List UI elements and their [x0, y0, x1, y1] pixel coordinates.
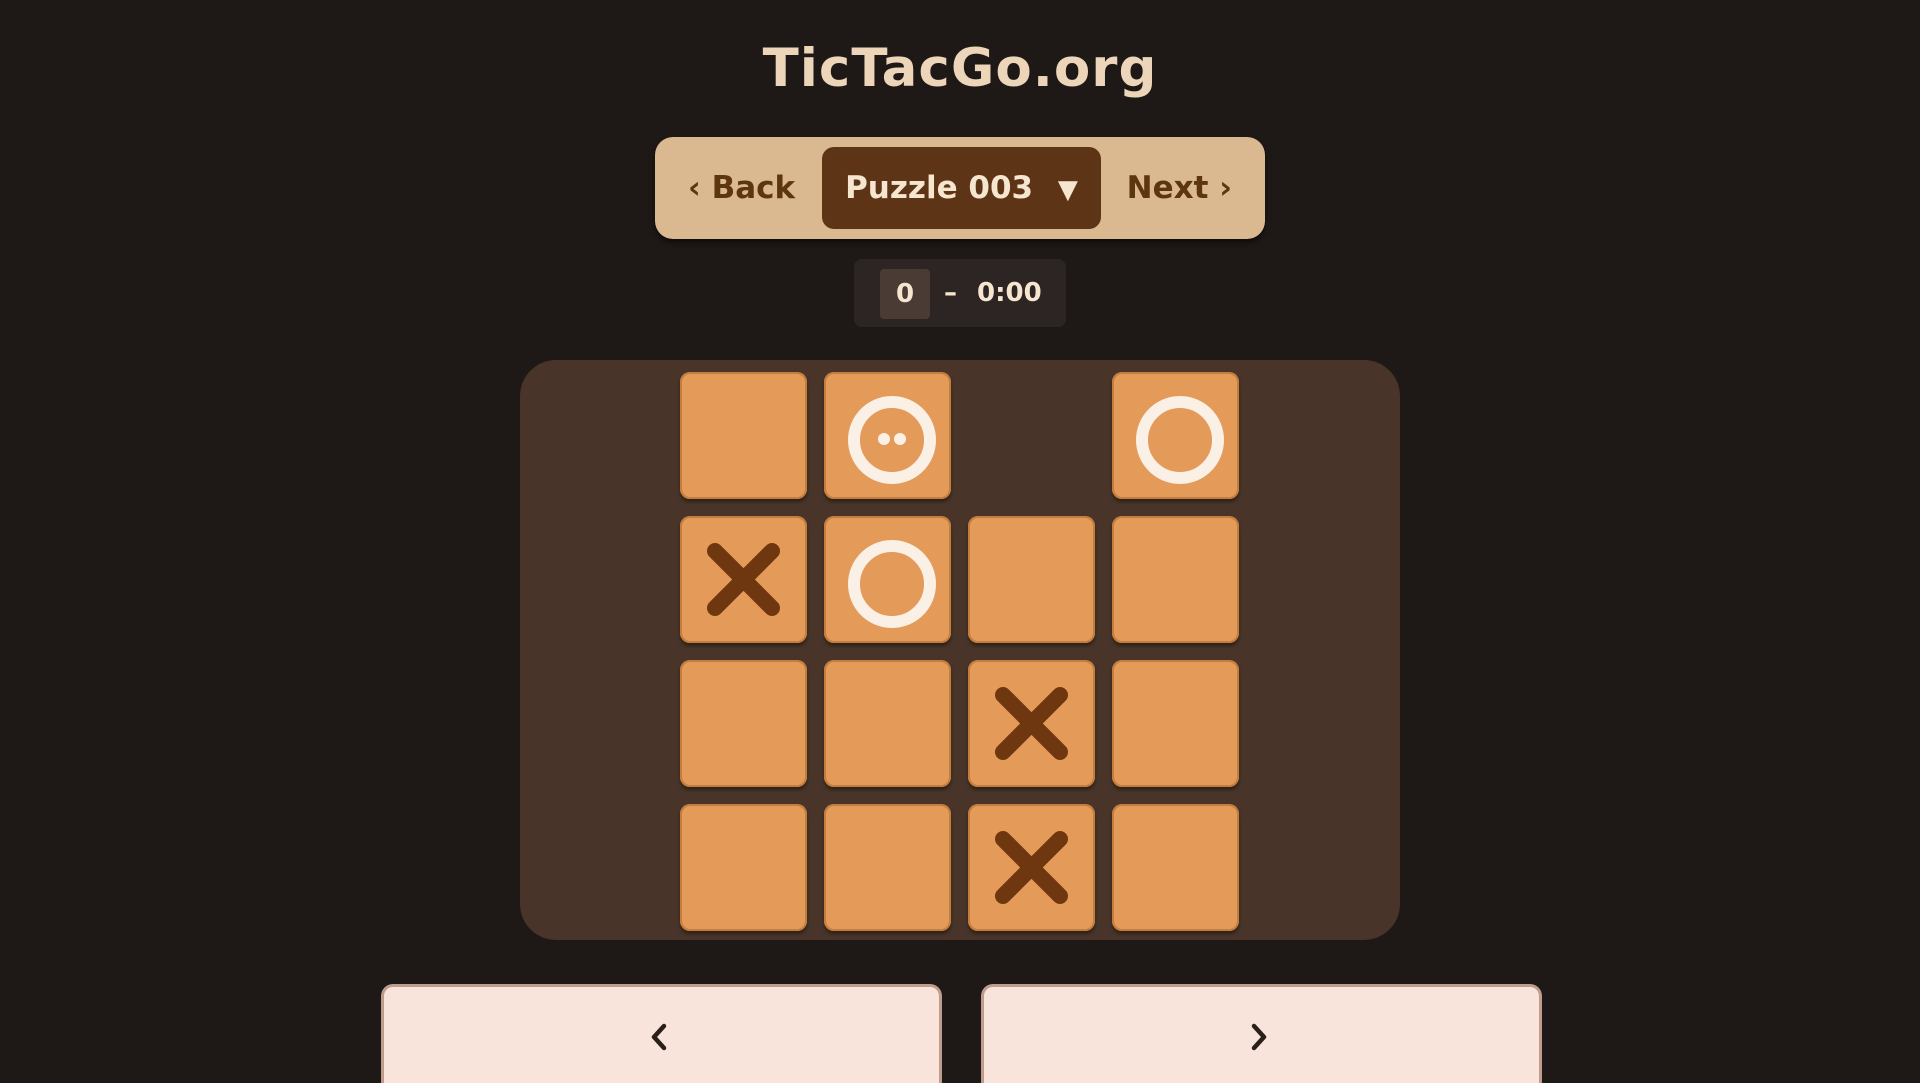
- timer: 0:00: [977, 278, 1042, 308]
- board-cell[interactable]: [680, 516, 807, 643]
- board-cell[interactable]: [824, 804, 951, 931]
- x-mark-icon: [995, 831, 1068, 904]
- back-button[interactable]: ‹ Back: [688, 137, 795, 239]
- status-separator: –: [944, 278, 957, 308]
- board-cell[interactable]: [680, 804, 807, 931]
- board-cell[interactable]: [1112, 516, 1239, 643]
- o-mark-icon: [1136, 396, 1224, 484]
- board-cell[interactable]: [824, 516, 951, 643]
- previous-move-button[interactable]: [381, 984, 942, 1083]
- o-mark-icon: [848, 540, 936, 628]
- board-cell[interactable]: [1112, 804, 1239, 931]
- board-cell[interactable]: [680, 372, 807, 499]
- puzzle-nav-bar: ‹ Back Puzzle 003 ▼ Next ›: [655, 137, 1265, 239]
- chevron-left-icon: [651, 1023, 667, 1051]
- status-panel: 0 – 0:00: [854, 259, 1066, 327]
- site-title: TicTacGo.org: [762, 38, 1158, 99]
- puzzle-select-dropdown[interactable]: Puzzle 003 ▼: [822, 147, 1101, 229]
- board-cell[interactable]: [968, 660, 1095, 787]
- x-mark-icon: [707, 543, 780, 616]
- board-cell[interactable]: [824, 372, 951, 499]
- game-board: [520, 360, 1400, 940]
- next-button[interactable]: Next ›: [1127, 137, 1232, 239]
- board-cell[interactable]: [824, 660, 951, 787]
- eye-icon: [894, 433, 906, 445]
- x-mark-icon: [995, 687, 1068, 760]
- dropdown-arrow-icon: ▼: [1057, 175, 1078, 205]
- board-cell[interactable]: [968, 516, 1095, 643]
- move-counter: 0: [880, 269, 930, 319]
- eye-icon: [878, 433, 890, 445]
- board-cell[interactable]: [1112, 660, 1239, 787]
- next-move-button[interactable]: [981, 984, 1542, 1083]
- chevron-right-icon: [1251, 1023, 1267, 1051]
- board-cell[interactable]: [968, 804, 1095, 931]
- board-cell[interactable]: [1112, 372, 1239, 499]
- o-face-mark-icon: [848, 396, 936, 484]
- board-cell[interactable]: [680, 660, 807, 787]
- puzzle-select-label: Puzzle 003: [845, 170, 1034, 206]
